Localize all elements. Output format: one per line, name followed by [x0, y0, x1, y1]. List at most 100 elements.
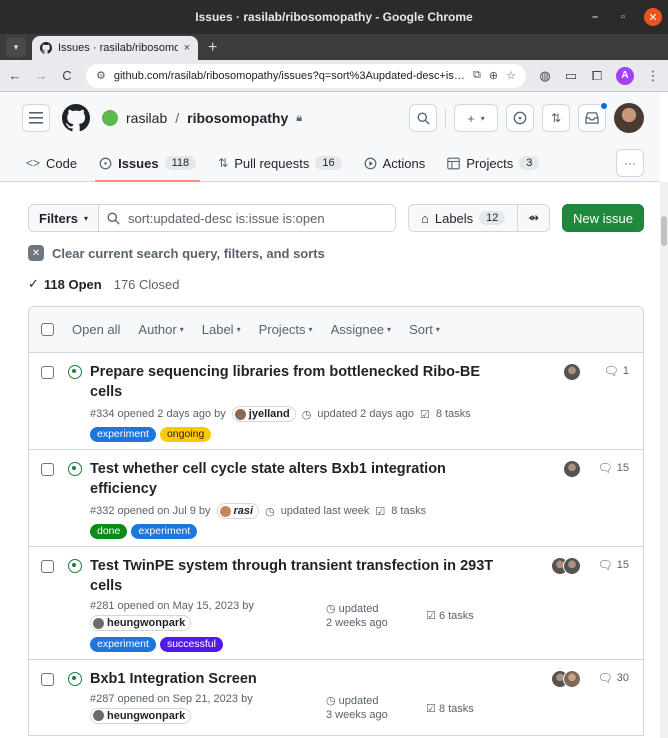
assignees[interactable] — [563, 460, 581, 478]
author-link[interactable]: heungwonpark — [90, 707, 192, 724]
window-title: Issues · rasilab/ribosomopathy - Google … — [195, 10, 473, 24]
tab-actions[interactable]: Actions — [364, 144, 425, 182]
issue-title-link[interactable]: Prepare sequencing libraries from bottle… — [90, 362, 513, 402]
projects-menu-label: Projects — [258, 322, 306, 337]
new-issue-button[interactable]: New issue — [562, 204, 644, 232]
create-new-button[interactable]: + ▾ — [454, 104, 498, 132]
reload-icon[interactable]: C — [60, 68, 74, 83]
browser-toolbar: ← → C ⚙ github.com/rasilab/ribosomopathy… — [0, 60, 668, 92]
maximize-button[interactable]: ▫ — [616, 10, 630, 24]
zoom-icon[interactable]: ⊕ — [489, 69, 498, 82]
issues-search-input[interactable]: sort:updated-desc is:issue is:open — [99, 205, 395, 231]
closed-issues-link[interactable]: 176 Closed — [114, 277, 180, 292]
close-window-button[interactable]: ✕ — [644, 8, 662, 26]
issue-label[interactable]: experiment — [90, 427, 156, 442]
extension-icon[interactable]: ◍ — [538, 68, 552, 84]
scrollbar-thumb[interactable] — [661, 216, 667, 246]
tab-issues[interactable]: Issues 118 — [95, 144, 201, 182]
reading-list-icon[interactable]: ▭ — [564, 68, 578, 84]
owner-avatar[interactable] — [102, 110, 118, 126]
address-bar[interactable]: ⚙ github.com/rasilab/ribosomopathy/issue… — [86, 63, 526, 88]
open-issues-link[interactable]: ✓ 118 Open — [28, 276, 102, 292]
milestones-button[interactable]: ⇴ — [518, 205, 549, 231]
clear-filters-link[interactable]: ✕ Clear current search query, filters, a… — [28, 245, 644, 261]
issue-title-link[interactable]: Bxb1 Integration Screen — [90, 669, 526, 689]
search-button[interactable] — [409, 104, 437, 132]
issue-open-icon — [68, 671, 82, 686]
profile-avatar[interactable]: A — [616, 66, 634, 85]
install-app-icon[interactable]: ⧉ — [473, 69, 481, 82]
assignees[interactable] — [563, 363, 581, 381]
issue-updated-text: updated 2 days ago — [317, 408, 414, 420]
assignees[interactable] — [551, 557, 581, 575]
back-arrow-icon[interactable]: ← — [8, 68, 22, 83]
url-text[interactable]: github.com/rasilab/ribosomopathy/issues?… — [114, 70, 465, 82]
issue-opened-block: #287 opened on Sep 21, 2023 by heungwonp… — [90, 693, 326, 725]
filters-dropdown-button[interactable]: Filters ▾ — [29, 205, 100, 231]
select-all-checkbox[interactable] — [41, 323, 54, 336]
author-filter-menu[interactable]: Author ▾ — [138, 322, 183, 337]
repo-name-link[interactable]: ribosomopathy — [187, 110, 288, 126]
issue-label[interactable]: ongoing — [159, 427, 212, 442]
issue-label[interactable]: experiment — [131, 524, 198, 539]
author-name: heungwonpark — [107, 709, 186, 722]
page-scrollbar[interactable] — [660, 182, 668, 738]
issue-checkbox[interactable] — [41, 560, 54, 573]
notifications-button[interactable] — [578, 102, 608, 132]
minimize-button[interactable]: – — [588, 10, 602, 24]
issues-shortcut-button[interactable] — [506, 104, 534, 132]
issue-tasks-count: 6 tasks — [438, 610, 474, 623]
sort-menu[interactable]: Sort ▾ — [409, 322, 440, 337]
user-avatar[interactable] — [614, 103, 644, 133]
caret-down-icon: ▾ — [179, 325, 184, 334]
labels-button[interactable]: ⌂ Labels 12 — [409, 205, 519, 231]
author-link[interactable]: rasi — [216, 503, 260, 519]
tab-code[interactable]: <> Code — [26, 144, 77, 182]
check-icon: ✓ — [28, 276, 39, 291]
bookmark-star-icon[interactable]: ☆ — [506, 69, 516, 82]
open-all-button[interactable]: Open all — [72, 322, 120, 337]
tab-close-icon[interactable]: × — [184, 42, 190, 54]
extensions-puzzle-icon[interactable]: ⧠ — [590, 68, 604, 84]
chrome-menu-icon[interactable]: ⋮ — [646, 68, 660, 84]
checklist-icon: ☑ — [426, 702, 436, 715]
forward-arrow-icon[interactable]: → — [34, 68, 48, 83]
repo-owner-link[interactable]: rasilab — [126, 110, 167, 126]
issue-label[interactable]: successful — [159, 636, 223, 652]
issue-labels: done experiment — [90, 524, 513, 539]
author-link[interactable]: heungwonpark — [90, 615, 192, 631]
comments-link[interactable]: 🗨︎ 1 — [604, 364, 629, 378]
issue-title-link[interactable]: Test TwinPE system through transient tra… — [90, 556, 526, 596]
checklist-icon: ☑ — [375, 505, 386, 518]
github-logo-icon[interactable] — [62, 104, 90, 132]
new-tab-button[interactable]: + — [208, 39, 217, 57]
issue-updated-text: updated — [338, 695, 379, 708]
assignees[interactable] — [551, 669, 581, 688]
hamburger-menu-button[interactable] — [22, 104, 50, 132]
site-info-icon[interactable]: ⚙ — [96, 69, 106, 82]
projects-filter-menu[interactable]: Projects ▾ — [259, 322, 313, 337]
tab-pull-requests[interactable]: ⇅ Pull requests 16 — [218, 144, 342, 182]
pull-requests-shortcut-button[interactable]: ⇅ — [542, 104, 570, 132]
search-query-value[interactable]: sort:updated-desc is:issue is:open — [128, 211, 325, 226]
browser-tab[interactable]: Issues · rasilab/ribosomo × — [32, 36, 198, 60]
issue-checkbox[interactable] — [41, 366, 54, 379]
label-filter-menu[interactable]: Label ▾ — [202, 322, 241, 337]
issue-checkbox[interactable] — [41, 672, 54, 686]
comments-link[interactable]: 🗨︎ 15 — [598, 461, 629, 475]
comments-link[interactable]: 🗨︎ 30 — [598, 671, 629, 685]
comments-link[interactable]: 🗨︎ 15 — [598, 558, 629, 572]
issue-title-link[interactable]: Test whether cell cycle state alters Bxb… — [90, 459, 513, 499]
tab-search-menu-icon[interactable]: ▾ — [6, 37, 26, 57]
more-tabs-button[interactable]: ··· — [616, 149, 644, 177]
issue-label[interactable]: experiment — [90, 636, 156, 652]
pull-request-icon: ⇅ — [218, 156, 229, 170]
issue-opened-text: #334 opened 2 days ago by — [90, 408, 226, 420]
issue-label[interactable]: done — [90, 524, 128, 539]
author-link[interactable]: jyelland — [231, 406, 296, 422]
comment-count: 15 — [616, 559, 629, 571]
issue-checkbox[interactable] — [41, 463, 54, 476]
tab-projects[interactable]: Projects 3 — [447, 144, 540, 182]
comment-count: 1 — [622, 365, 629, 377]
assignee-filter-menu[interactable]: Assignee ▾ — [331, 322, 392, 337]
